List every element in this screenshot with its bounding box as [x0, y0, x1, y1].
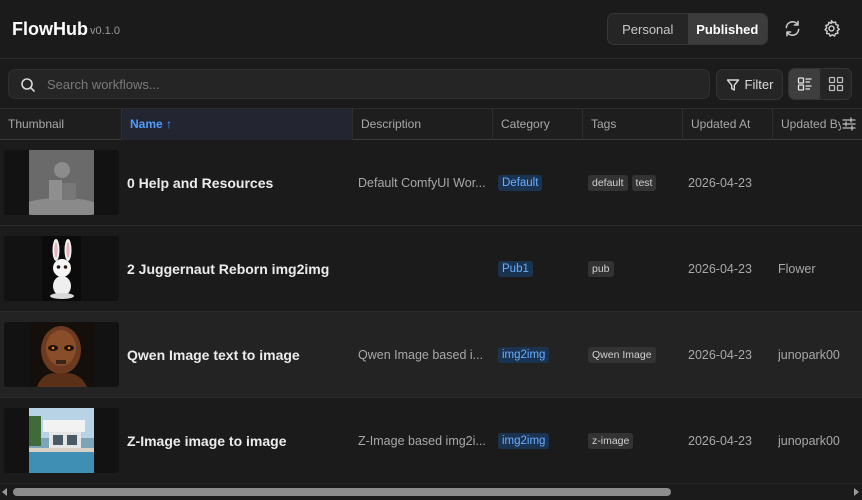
table-row[interactable]: Qwen Image text to image Qwen Image base… [0, 312, 862, 398]
updated-at: 2026-04-23 [688, 176, 752, 190]
column-settings-icon[interactable] [841, 116, 857, 132]
category-cell: img2img [498, 312, 578, 398]
updated-by: junopark00 [778, 348, 840, 362]
filter-button[interactable]: Filter [716, 69, 783, 100]
list-view-button[interactable] [789, 69, 820, 99]
scroll-left-icon[interactable] [1, 488, 9, 496]
app-title: FlowHub [12, 19, 88, 39]
tab-personal[interactable]: Personal [608, 14, 688, 44]
sort-ascending-icon: ↑ [166, 117, 173, 131]
column-header-thumbnail[interactable]: Thumbnail [0, 109, 122, 140]
category-cell: img2img [498, 398, 578, 483]
horizontal-scrollbar[interactable] [0, 483, 862, 500]
search-input[interactable] [47, 70, 697, 98]
workflow-description: Default ComfyUI Wor... [358, 176, 486, 190]
tags-cell: default test [588, 140, 680, 226]
list-view-icon [797, 77, 811, 91]
grid-view-icon [828, 76, 843, 92]
tag-badge: z-image [588, 433, 634, 449]
column-header-updated-at[interactable]: Updated At [683, 109, 773, 140]
table-row[interactable]: 2 Juggernaut Reborn img2img Pub1 pub 202… [0, 226, 862, 312]
tag-badge: default [588, 175, 628, 191]
workflow-name: 2 Juggernaut Reborn img2img [127, 261, 330, 277]
scrollbar-thumb[interactable] [13, 488, 671, 496]
updated-by: Flower [778, 262, 816, 276]
scroll-right-icon[interactable] [852, 488, 860, 496]
category-badge: Pub1 [498, 261, 533, 277]
bunny-image-thumbnail [4, 236, 119, 301]
app-header: FlowHub v0.1.0 Personal Published [0, 0, 862, 59]
filter-icon [726, 78, 739, 91]
workflow-name: 0 Help and Resources [127, 175, 274, 191]
tag-badge: test [631, 175, 657, 191]
column-header-name[interactable]: Name ↑ [122, 109, 353, 140]
column-header-updated-by[interactable]: Updated By [773, 109, 843, 140]
placeholder-image-thumbnail [4, 150, 119, 215]
tag-badge: Qwen Image [588, 347, 656, 363]
tag-badge: pub [588, 261, 614, 277]
updated-by [778, 140, 862, 226]
toolbar: Filter [0, 60, 862, 108]
updated-by: junopark00 [778, 434, 840, 448]
table-row[interactable]: 0 Help and Resources Default ComfyUI Wor… [0, 140, 862, 226]
table-header: Thumbnail Name ↑ Description Category Ta… [0, 108, 862, 140]
category-cell: Pub1 [498, 226, 578, 312]
table-row[interactable]: Z-Image image to image Z-Image based img… [0, 398, 862, 483]
category-badge: img2img [498, 347, 550, 363]
updated-at: 2026-04-23 [688, 434, 752, 448]
modern-house-image-thumbnail [4, 408, 119, 473]
refresh-icon[interactable] [782, 18, 802, 38]
category-badge: Default [498, 175, 543, 191]
app-version: v0.1.0 [90, 25, 120, 37]
workflow-name: Z-Image image to image [127, 433, 287, 449]
category-badge: img2img [498, 433, 550, 449]
tags-cell: z-image [588, 398, 680, 483]
tags-cell: pub [588, 226, 680, 312]
updated-at: 2026-04-23 [688, 348, 752, 362]
workflow-table: Thumbnail Name ↑ Description Category Ta… [0, 108, 862, 483]
column-header-description[interactable]: Description [353, 109, 493, 140]
search-icon [21, 78, 35, 92]
gear-icon[interactable] [821, 18, 841, 38]
tags-cell: Qwen Image [588, 312, 680, 398]
workflow-name: Qwen Image text to image [127, 347, 300, 363]
category-cell: Default [498, 140, 578, 226]
column-header-tags[interactable]: Tags [583, 109, 683, 140]
grid-view-button[interactable] [820, 69, 851, 99]
updated-at: 2026-04-23 [688, 262, 752, 276]
column-header-name-label: Name [130, 117, 163, 131]
scope-segmented-control: Personal Published [607, 13, 768, 45]
workflow-description [358, 226, 490, 312]
workflow-description: Z-Image based img2i... [358, 434, 486, 448]
tab-published[interactable]: Published [687, 14, 767, 44]
robot-portrait-image-thumbnail [4, 322, 119, 387]
filter-label: Filter [744, 77, 774, 92]
view-mode-toggle [788, 68, 852, 100]
column-header-category[interactable]: Category [493, 109, 583, 140]
search-box [8, 69, 710, 99]
workflow-description: Qwen Image based i... [358, 348, 484, 362]
